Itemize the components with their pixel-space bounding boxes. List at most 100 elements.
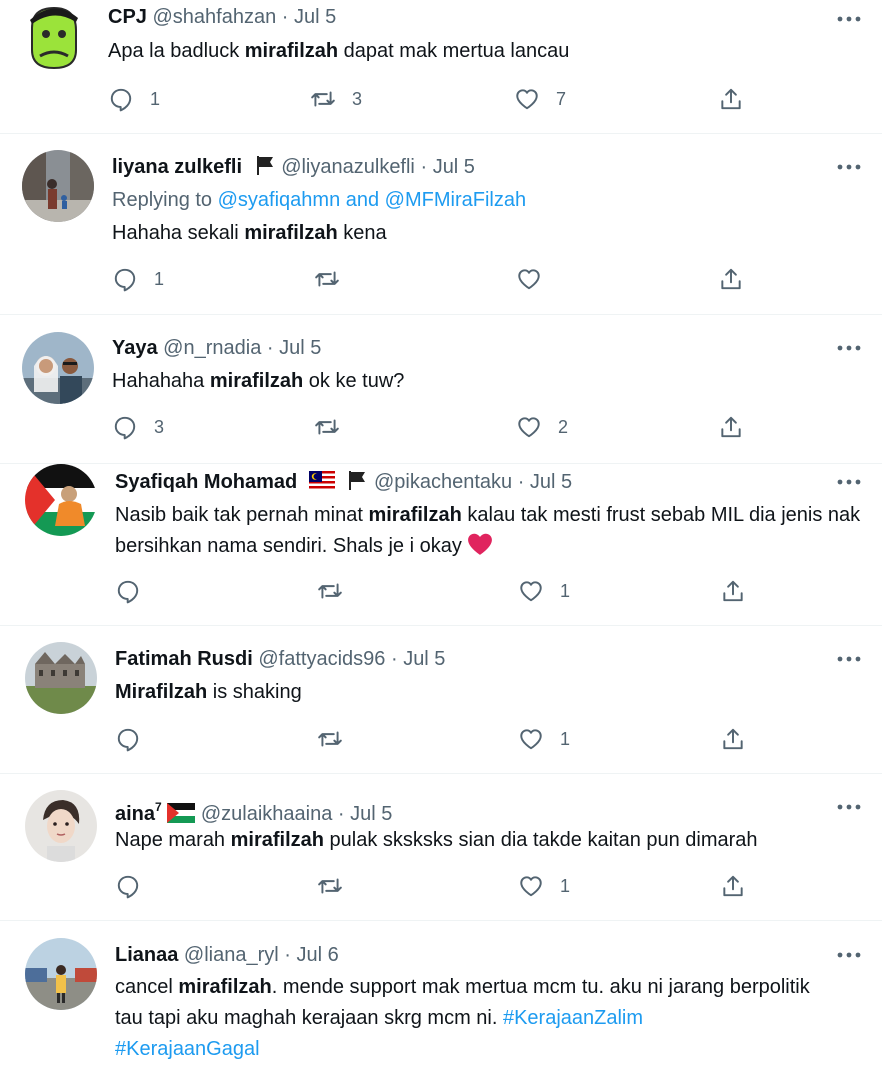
avatar[interactable] bbox=[25, 790, 97, 862]
reply-icon bbox=[114, 268, 136, 292]
tweet-date[interactable]: Jul 5 bbox=[350, 803, 392, 825]
avatar[interactable] bbox=[22, 150, 94, 222]
tweet[interactable]: Yaya @n_rnadia · Jul 5 Hahahaha mirafilz… bbox=[0, 315, 882, 463]
tweet[interactable]: Lianaa @liana_ryl · Jul 6 cancel mirafil… bbox=[0, 921, 882, 1067]
reply-icon bbox=[114, 416, 136, 440]
separator-dot: · bbox=[281, 6, 289, 28]
author-handle[interactable]: @liana_ryl bbox=[184, 944, 279, 966]
like-button[interactable]: 1 bbox=[518, 871, 570, 901]
retweet-button[interactable] bbox=[317, 724, 359, 754]
highlighted-term: mirafilzah bbox=[244, 40, 339, 62]
tweet-date[interactable]: Jul 5 bbox=[294, 6, 336, 28]
retweet-button[interactable] bbox=[314, 264, 356, 294]
malaysia-flag-icon bbox=[308, 471, 335, 491]
reply-icon bbox=[117, 580, 139, 604]
name-superscript: 7 bbox=[155, 800, 162, 814]
hashtag-link[interactable]: #KerajaanZalim bbox=[503, 1007, 643, 1029]
author-handle[interactable]: @pikachentaku bbox=[374, 471, 512, 493]
tweet-date[interactable]: Jul 5 bbox=[403, 648, 445, 670]
tweet-actions: 1 bbox=[115, 576, 755, 606]
share-button[interactable] bbox=[718, 264, 744, 294]
retweet-button[interactable] bbox=[314, 412, 356, 442]
author-name[interactable]: Yaya bbox=[112, 337, 158, 359]
more-options-icon[interactable] bbox=[836, 942, 862, 968]
more-options-icon[interactable] bbox=[836, 335, 862, 361]
tweet-text: cancel mirafilzah. mende support mak mer… bbox=[115, 976, 810, 1060]
tweet[interactable]: CPJ @shahfahzan · Jul 5 Apa la badluck m… bbox=[0, 0, 882, 133]
more-options-icon[interactable] bbox=[836, 154, 862, 180]
more-options-icon[interactable] bbox=[836, 469, 862, 495]
avatar[interactable] bbox=[25, 938, 97, 1010]
like-button[interactable]: 1 bbox=[518, 724, 570, 754]
reply-icon bbox=[117, 875, 139, 899]
like-button[interactable]: 1 bbox=[518, 576, 570, 606]
reply-button[interactable]: 1 bbox=[112, 264, 164, 294]
author-handle[interactable]: @n_rnadia bbox=[163, 337, 261, 359]
author-handle[interactable]: @liyanazulkefli bbox=[281, 156, 415, 178]
tweet-text: Hahaha sekali mirafilzah kena bbox=[112, 222, 387, 244]
tweet-date[interactable]: Jul 5 bbox=[433, 156, 475, 178]
share-icon bbox=[723, 875, 743, 897]
separator-dot: · bbox=[337, 803, 345, 825]
author-name[interactable]: CPJ bbox=[108, 6, 147, 28]
author-handle[interactable]: @fattyacids96 bbox=[258, 648, 385, 670]
highlighted-term: mirafilzah bbox=[209, 370, 304, 392]
more-options-icon[interactable] bbox=[836, 794, 862, 820]
mentioned-users[interactable]: @syafiqahmn and @MFMiraFilzah bbox=[218, 189, 526, 211]
author-name[interactable]: Fatimah Rusdi bbox=[115, 648, 253, 670]
retweet-button[interactable] bbox=[317, 871, 359, 901]
heart-icon bbox=[520, 876, 542, 897]
share-icon bbox=[721, 416, 741, 438]
like-count: 7 bbox=[556, 88, 567, 109]
reply-button[interactable] bbox=[115, 724, 157, 754]
hashtag-link[interactable]: #KerajaanGagal bbox=[115, 1038, 260, 1060]
share-button[interactable] bbox=[720, 871, 746, 901]
avatar[interactable] bbox=[22, 332, 94, 404]
tweet-date[interactable]: Jul 5 bbox=[279, 337, 321, 359]
share-button[interactable] bbox=[718, 412, 744, 442]
retweet-icon bbox=[318, 583, 342, 599]
retweet-count: 3 bbox=[352, 88, 363, 109]
share-button[interactable] bbox=[720, 724, 746, 754]
tweet-actions: 3 2 bbox=[112, 412, 752, 442]
retweet-button[interactable] bbox=[317, 576, 359, 606]
tweet[interactable]: liyana zulkefli @liyanazulkefli · Jul 5 … bbox=[0, 134, 882, 314]
more-options-icon[interactable] bbox=[836, 646, 862, 672]
author-name[interactable]: Syafiqah Mohamad bbox=[115, 471, 297, 493]
author-handle[interactable]: @shahfahzan bbox=[152, 6, 276, 28]
black-flag-icon bbox=[256, 156, 273, 175]
author-name[interactable]: aina7 bbox=[115, 800, 162, 825]
like-count: 1 bbox=[560, 580, 571, 601]
reply-icon bbox=[117, 728, 139, 752]
reply-button[interactable]: 1 bbox=[108, 84, 160, 114]
author-handle[interactable]: @zulaikhaaina bbox=[201, 803, 333, 825]
share-button[interactable] bbox=[718, 84, 744, 114]
highlighted-term: mirafilzah bbox=[178, 976, 272, 998]
retweet-icon bbox=[318, 878, 342, 894]
like-button[interactable] bbox=[516, 264, 558, 294]
tweet[interactable]: Fatimah Rusdi @fattyacids96 · Jul 5 Mira… bbox=[0, 626, 882, 773]
reply-count: 1 bbox=[150, 88, 161, 109]
heart-icon bbox=[518, 269, 540, 290]
like-button[interactable]: 7 bbox=[514, 84, 566, 114]
tweet-date[interactable]: Jul 6 bbox=[297, 944, 339, 966]
heart-icon bbox=[520, 581, 542, 602]
reply-button[interactable] bbox=[115, 871, 157, 901]
avatar[interactable] bbox=[25, 464, 97, 536]
tweet[interactable]: aina7 @zulaikhaaina · Jul 5 Nape marah m… bbox=[0, 774, 882, 920]
author-name[interactable]: Lianaa bbox=[115, 944, 178, 966]
more-options-icon[interactable] bbox=[836, 6, 862, 32]
retweet-button[interactable]: 3 bbox=[310, 84, 362, 114]
reply-button[interactable]: 3 bbox=[112, 412, 164, 442]
like-button[interactable]: 2 bbox=[516, 412, 568, 442]
avatar[interactable] bbox=[18, 0, 90, 72]
author-name[interactable]: liyana zulkefli bbox=[112, 156, 242, 178]
retweet-icon bbox=[315, 419, 339, 435]
tweet-date[interactable]: Jul 5 bbox=[530, 471, 572, 493]
share-button[interactable] bbox=[720, 576, 746, 606]
reply-button[interactable] bbox=[115, 576, 157, 606]
black-flag-icon bbox=[349, 471, 366, 490]
avatar[interactable] bbox=[25, 642, 97, 714]
tweet[interactable]: Syafiqah Mohamad @pikachentaku · Jul 5 N… bbox=[0, 464, 882, 625]
share-icon bbox=[721, 88, 741, 110]
